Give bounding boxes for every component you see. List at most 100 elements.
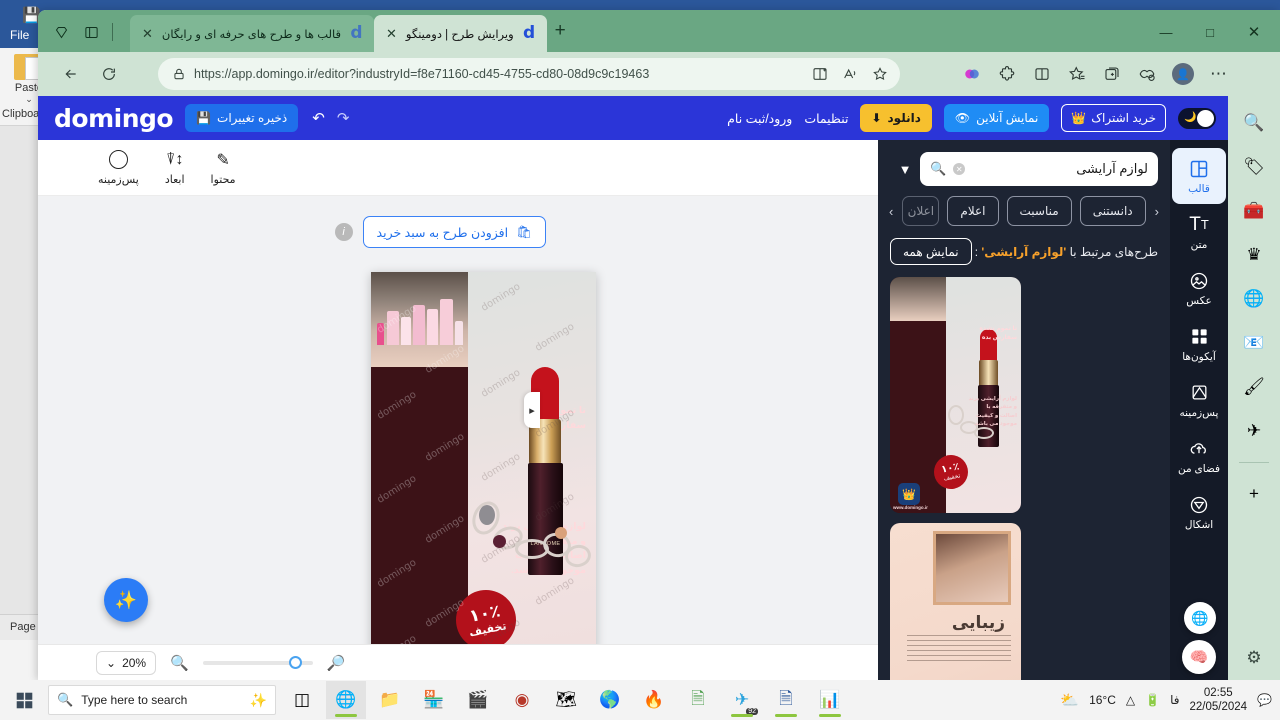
chevron-left-icon[interactable]: › <box>888 204 894 219</box>
image-creator-icon[interactable]: 🖌 <box>1241 374 1267 400</box>
clear-x-icon[interactable]: ✕ <box>953 163 966 175</box>
filter-funnel-icon[interactable]: ▼ <box>890 162 920 177</box>
save-changes-button[interactable]: ذخیره تغییرات 💾 <box>185 104 299 132</box>
new-tab-button[interactable]: + <box>555 21 566 40</box>
split-screen-icon[interactable] <box>1032 65 1051 84</box>
zoom-slider[interactable] <box>202 655 313 669</box>
search-icon[interactable]: 🔍 <box>1241 110 1267 136</box>
favorites-icon[interactable] <box>1067 65 1086 84</box>
chrome-icon[interactable]: 🗺 <box>546 681 586 719</box>
tab-2-close-icon[interactable]: ✕ <box>384 27 399 40</box>
telegram-icon[interactable]: ✈ <box>1241 418 1267 444</box>
domingo-logo[interactable]: domingo <box>54 106 174 131</box>
dark-mode-toggle[interactable]: 🌙 <box>1178 107 1216 129</box>
file-explorer-icon[interactable]: 📁 <box>370 681 410 719</box>
microsoft-store-icon[interactable]: 🏪 <box>414 681 454 719</box>
search-input[interactable]: 🔍 ✕ لوازم آرایشی <box>920 152 1158 186</box>
task-view-icon[interactable]: ◫ <box>282 681 322 719</box>
extensions-icon[interactable] <box>997 65 1016 84</box>
rail-item-background[interactable]: پس‌زمینه <box>1172 372 1226 428</box>
close-button[interactable]: ✕ <box>1232 18 1276 46</box>
telegram-icon[interactable]: ✈ 92 <box>722 681 762 719</box>
notification-icon[interactable]: 💬 <box>1257 693 1272 707</box>
browser-tab-2[interactable]: d ویرایش طرح | دومینگو ✕ <box>374 15 547 52</box>
rail-item-image[interactable]: عکس <box>1172 260 1226 316</box>
battery-icon[interactable]: 🔋 <box>1145 693 1160 707</box>
reload-button[interactable] <box>96 61 122 87</box>
windows-start-icon[interactable] <box>0 692 48 709</box>
template-card-beauty[interactable]: زیبایی 👑 <box>890 523 1021 680</box>
tab-1-close-icon[interactable]: ✕ <box>140 27 155 40</box>
chip-elam[interactable]: اعلام <box>947 196 999 226</box>
camtasia-icon[interactable]: 🎬 <box>458 681 498 719</box>
rail-item-template[interactable]: قالب <box>1172 148 1226 204</box>
online-preview-button[interactable]: نمایش آنلاین 👁 <box>943 104 1050 132</box>
zoom-slider-knob[interactable] <box>288 655 302 669</box>
rail-item-text[interactable]: TT متن <box>1172 204 1226 260</box>
undo-arrow-icon[interactable]: ↶ <box>312 109 325 127</box>
show-all-button[interactable]: نمایش همه <box>890 238 972 265</box>
content-tool[interactable]: ✎ محتوا <box>211 150 236 186</box>
settings-more-icon[interactable]: ⋯ <box>1210 64 1228 84</box>
cloud-weather-icon[interactable]: ⛅ <box>1060 691 1079 709</box>
address-bar[interactable]: https://app.domingo.ir/editor?industryId… <box>158 58 900 90</box>
maximize-button[interactable]: □ <box>1188 18 1232 46</box>
taskbar-search-input[interactable]: 🔍 Type here to search ✨ <box>48 685 276 715</box>
add-icon[interactable]: + <box>1241 481 1267 507</box>
info-icon[interactable]: i <box>334 223 353 241</box>
word-file-menu[interactable]: File <box>10 28 29 42</box>
rail-item-my-space[interactable]: فضای من <box>1172 428 1226 484</box>
powerpoint-alt-icon[interactable]: ◉ <box>502 681 542 719</box>
microsoft-365-icon[interactable]: 🌐 <box>1241 286 1267 312</box>
ai-brain-icon[interactable]: 🧠 <box>1182 640 1216 674</box>
chevron-right-icon[interactable]: ‹ <box>1154 204 1160 219</box>
tab-vertical-tabs-icon[interactable] <box>78 19 104 45</box>
collapse-panel-button[interactable]: ▸ <box>524 392 540 428</box>
excel-icon[interactable]: 📊 <box>810 681 850 719</box>
translate-icon[interactable]: 🌐 <box>1184 602 1216 634</box>
design-canvas[interactable]: تا تموم نشدهسفارش بده لوازم آرایشی برندو… <box>371 272 596 672</box>
favorite-star-icon[interactable] <box>872 66 888 82</box>
download-button[interactable]: دانلود ⬇ <box>860 104 932 132</box>
split-screen-icon[interactable] <box>812 66 828 82</box>
chevron-up-icon[interactable]: △ <box>1126 693 1135 707</box>
dimensions-tool[interactable]: ⍒↕ ابعاد <box>165 150 185 186</box>
redo-arrow-icon[interactable]: ↷ <box>337 109 350 127</box>
shopping-tag-icon[interactable]: 🏷 <box>1241 154 1267 180</box>
minimize-button[interactable]: — <box>1144 18 1188 46</box>
tab-copilot-icon[interactable] <box>48 19 74 45</box>
buy-subscription-button[interactable]: خرید اشتراک 👑 <box>1061 104 1166 132</box>
collections-icon[interactable] <box>1102 65 1121 84</box>
games-icon[interactable]: ♛ <box>1241 242 1267 268</box>
read-aloud-icon[interactable] <box>842 66 858 82</box>
firefox-icon[interactable]: 🔥 <box>634 681 674 719</box>
copilot-sparkle-icon[interactable]: ✨ <box>250 692 267 709</box>
chip-monasebat[interactable]: مناسبت <box>1006 196 1072 226</box>
zoom-in-icon[interactable]: 🔍 <box>170 654 189 672</box>
zoom-out-icon[interactable]: 🔎 <box>327 654 346 672</box>
zoom-level-select[interactable]: ⌄ 20% <box>96 650 157 675</box>
rail-item-shapes[interactable]: اشکال <box>1172 484 1226 540</box>
magic-wand-button[interactable]: ✨ <box>104 578 148 622</box>
language-indicator[interactable]: فا <box>1170 693 1179 707</box>
copilot-icon[interactable] <box>962 65 981 84</box>
notepad-icon[interactable]: 🗎 <box>678 681 718 719</box>
browser-tab-1[interactable]: d قالب ها و طرح های حرفه ای و رایگان ✕ <box>130 15 374 52</box>
chip-danestani[interactable]: دانستنی <box>1079 196 1146 226</box>
profile-avatar[interactable]: 👤 <box>1172 63 1194 85</box>
back-button[interactable] <box>58 61 84 87</box>
add-to-cart-button[interactable]: 🛍 افزودن طرح به سبد خرید <box>362 216 546 248</box>
settings-link[interactable]: تنظیمات <box>804 111 848 126</box>
outlook-icon[interactable]: 📧 <box>1241 330 1267 356</box>
weather-temperature[interactable]: 16°C <box>1089 693 1116 707</box>
settings-gear-icon[interactable]: ⚙ <box>1246 648 1261 668</box>
tools-icon[interactable]: 🧰 <box>1241 198 1267 224</box>
edge-icon[interactable]: 🌐 <box>326 681 366 719</box>
browser-essentials-icon[interactable] <box>1137 65 1156 84</box>
word-icon[interactable]: 🗎 <box>766 681 806 719</box>
internet-explorer-icon[interactable]: 🌎 <box>590 681 630 719</box>
chip-elan[interactable]: اعلان <box>902 196 940 226</box>
template-card-lipstick[interactable]: تا تموم نشده سفارش بده لوازم آرایشی برند و… <box>890 277 1021 513</box>
login-register-link[interactable]: ورود/ثبت نام <box>727 111 792 126</box>
rail-item-icons[interactable]: آیکون‌ها <box>1172 316 1226 372</box>
